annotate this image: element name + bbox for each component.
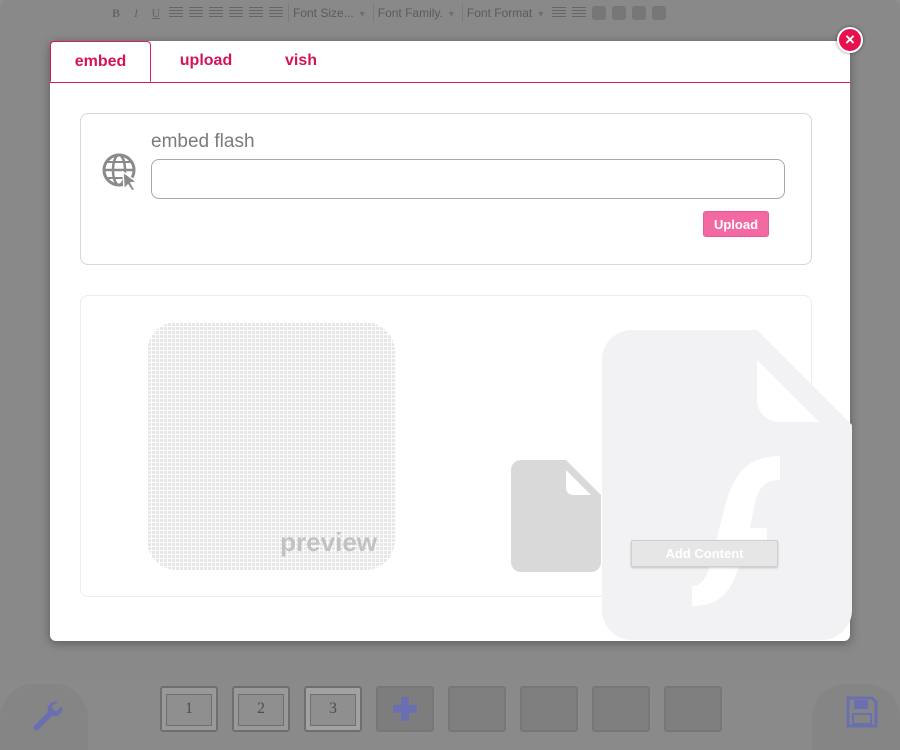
slide-number: 3 bbox=[329, 700, 337, 717]
align-left-icon[interactable] bbox=[169, 7, 183, 19]
globe-icon bbox=[102, 153, 139, 192]
slide-strip: 1 2 3 bbox=[160, 686, 722, 732]
add-slide-button[interactable] bbox=[376, 686, 434, 732]
empty-slide-slot bbox=[664, 686, 722, 732]
slide-number: 2 bbox=[257, 700, 265, 717]
bottom-bar: 1 2 3 bbox=[0, 680, 900, 750]
indent-icon[interactable] bbox=[572, 7, 587, 19]
font-family-select[interactable]: Font Family. bbox=[372, 4, 458, 22]
outdent-icon[interactable] bbox=[552, 7, 567, 19]
embed-title: embed flash bbox=[151, 131, 255, 152]
slide-thumbnail[interactable]: 2 bbox=[232, 686, 290, 732]
unlink-icon[interactable] bbox=[612, 6, 627, 20]
preview-area: preview bbox=[147, 322, 395, 570]
slide-number: 1 bbox=[185, 700, 193, 717]
underline-button[interactable]: U bbox=[148, 5, 164, 21]
slide-thumbnail-selected[interactable]: 3 bbox=[304, 686, 362, 732]
embed-flash-dialog: embed upload vish × embed flash Upload p… bbox=[50, 27, 863, 641]
bold-button[interactable]: B bbox=[108, 5, 124, 21]
add-content-button[interactable]: Add Content bbox=[631, 540, 778, 567]
embed-url-input[interactable] bbox=[151, 159, 785, 199]
preview-label: preview bbox=[280, 527, 377, 557]
upload-button[interactable]: Upload bbox=[703, 211, 769, 237]
empty-slide-slot bbox=[520, 686, 578, 732]
italic-button[interactable]: I bbox=[128, 5, 144, 21]
image-icon[interactable] bbox=[652, 6, 667, 20]
ordered-list-icon[interactable] bbox=[249, 7, 263, 19]
file-icon bbox=[511, 460, 601, 572]
align-justify-icon[interactable] bbox=[229, 7, 243, 19]
font-size-select[interactable]: Font Size... bbox=[288, 4, 369, 22]
text-toolbar: B I U Font Size... Font Family. Font For… bbox=[108, 2, 688, 24]
preview-section: preview Add Content bbox=[80, 295, 852, 640]
wrench-icon[interactable] bbox=[28, 696, 64, 732]
tab-upload[interactable]: upload bbox=[170, 41, 242, 82]
link-icon[interactable] bbox=[592, 6, 607, 20]
empty-slide-slot bbox=[592, 686, 650, 732]
close-icon[interactable]: × bbox=[837, 27, 863, 53]
tab-embed[interactable]: embed bbox=[50, 41, 151, 82]
empty-slide-slot bbox=[448, 686, 506, 732]
unordered-list-icon[interactable] bbox=[269, 7, 283, 19]
embed-section: embed flash Upload bbox=[80, 113, 812, 265]
dialog-tabs: embed upload vish bbox=[50, 41, 850, 83]
align-center-icon[interactable] bbox=[189, 7, 203, 19]
slide-thumbnail[interactable]: 1 bbox=[160, 686, 218, 732]
flash-file-icon bbox=[602, 330, 852, 640]
color-palette-icon[interactable] bbox=[632, 6, 647, 20]
plus-icon bbox=[393, 697, 417, 721]
tab-vish[interactable]: vish bbox=[272, 41, 330, 82]
font-format-select[interactable]: Font Format bbox=[461, 4, 547, 22]
save-icon[interactable] bbox=[844, 694, 880, 730]
align-right-icon[interactable] bbox=[209, 7, 223, 19]
